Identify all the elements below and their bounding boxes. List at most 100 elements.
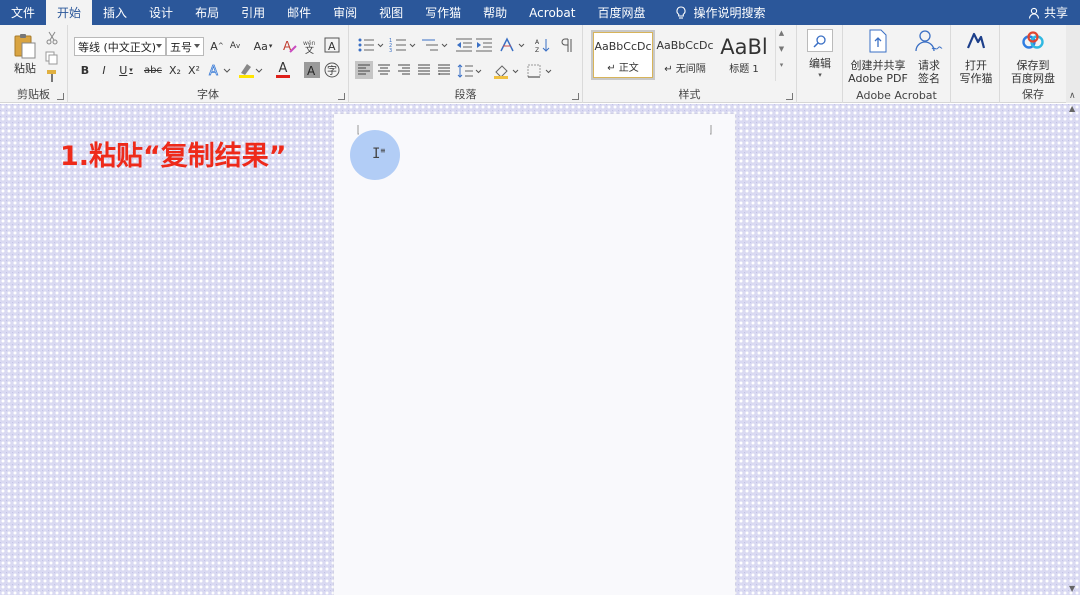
italic-button[interactable]: I [95,61,113,79]
line-spacing-icon[interactable] [457,63,483,79]
format-painter-icon[interactable] [45,69,59,83]
clipboard-launcher[interactable] [57,93,64,100]
styles-scroll-up[interactable]: ▲ [776,29,787,37]
font-launcher[interactable] [338,93,345,100]
increase-indent-icon[interactable] [475,37,493,53]
style-no-spacing-name-text: 无间隔 [675,64,706,75]
tab-view[interactable]: 视图 [368,0,414,25]
clear-formatting-icon[interactable]: A [282,38,298,54]
style-heading-1[interactable]: AaBl 标题 1 [715,30,773,80]
styles-gallery-scroll[interactable]: ▲ ▼ ▾ [775,29,787,81]
character-border-icon[interactable]: A [324,37,340,53]
create-share-line1: 创建并共享 [850,59,906,72]
tell-me-label: 操作说明搜索 [693,6,766,20]
tab-baidu-pan[interactable]: 百度网盘 [586,0,656,25]
numbering-icon[interactable]: 123 [389,37,417,53]
style-no-spacing[interactable]: AaBbCcDc ↵ 无间隔 [653,30,717,80]
font-size-combo[interactable]: 五号 [166,37,204,56]
baidu-pan-cloud-icon [1022,31,1044,49]
sort-icon[interactable]: AZ [535,37,551,53]
scroll-up-arrow[interactable]: ▲ [1069,104,1075,113]
subscript-button[interactable]: X₂ [166,61,184,79]
style-heading-1-name: 标题 1 [729,64,759,75]
request-signature-button[interactable]: 请求 签名 [911,29,947,87]
magnifier-icon [813,34,826,48]
tab-home[interactable]: 开始 [46,0,93,25]
grow-font-button[interactable]: A ^ [208,37,226,55]
create-share-pdf-button[interactable]: 创建并共享 Adobe PDF [847,29,909,87]
align-left-button[interactable] [355,61,373,79]
svg-text:3: 3 [389,48,392,53]
margin-corner-top-left [357,125,359,135]
bullets-icon[interactable] [357,37,385,53]
tab-layout[interactable]: 布局 [184,0,230,25]
paragraph-launcher[interactable] [572,93,579,100]
request-sign-line2: 签名 [918,72,940,85]
subscript-label: X₂ [169,63,181,77]
editing-label: 编辑 [809,57,831,70]
align-center-icon[interactable] [377,64,391,76]
tab-file[interactable]: 文件 [0,0,46,25]
share-button[interactable]: 共享 [1028,0,1068,25]
group-paragraph: 123 AZ 段落 [349,25,583,103]
strikethrough-button[interactable]: abc [142,61,164,79]
tab-mailings[interactable]: 邮件 [276,0,322,25]
vertical-scrollbar[interactable]: ▲ ▼ [1066,104,1080,595]
save-to-baidu-pan-button[interactable]: 保存到 百度网盘 [1004,29,1062,87]
svg-text:文: 文 [305,44,314,54]
request-signature-icon [915,30,943,52]
tab-writer-cat[interactable]: 写作猫 [414,0,472,25]
enclose-characters-icon[interactable]: 字 [324,62,340,78]
open-writer-cat-button[interactable]: 打开 写作猫 [955,29,997,87]
tab-acrobat[interactable]: Acrobat [518,0,586,25]
justify-icon[interactable] [417,64,431,76]
tab-review[interactable]: 审阅 [322,0,368,25]
underline-button[interactable]: U ▾ [114,61,138,79]
superscript-button[interactable]: X² [185,61,203,79]
style-normal[interactable]: AaBbCcDc ↵ 正文 [591,30,655,80]
tell-me-search[interactable]: 操作说明搜索 [664,0,776,25]
styles-launcher[interactable] [786,93,793,100]
copy-icon[interactable] [45,51,59,65]
show-marks-icon[interactable] [559,37,575,53]
borders-icon[interactable] [527,63,555,79]
cut-icon[interactable] [45,31,59,45]
font-color-button[interactable]: A [270,61,296,79]
scroll-down-arrow[interactable]: ▼ [1069,584,1075,593]
writer-cat-logo-icon [966,32,986,49]
align-right-icon[interactable] [397,64,411,76]
save-group-label: 保存 [1022,88,1044,101]
highlight-color-icon[interactable] [238,62,264,78]
collapse-ribbon-icon[interactable]: ∧ [1069,91,1076,101]
editing-button[interactable]: 编辑 ▾ [805,29,835,79]
text-cursor-icon: I≡ [372,146,386,162]
paste-button[interactable]: 粘贴 [8,31,42,77]
shading-icon[interactable] [493,63,521,79]
phonetic-guide-icon[interactable]: wén文 [302,38,320,54]
chinese-layout-icon[interactable] [499,37,527,53]
styles-scroll-down[interactable]: ▼ [776,45,787,53]
character-shading-icon[interactable]: A [304,62,320,78]
distributed-icon[interactable] [437,64,451,76]
paste-icon [14,34,36,59]
font-group-label: 字体 [197,88,219,101]
styles-more[interactable]: ▾ [776,61,787,69]
font-name-combo[interactable]: 等线 (中文正文) [74,37,166,56]
tab-design[interactable]: 设计 [138,0,184,25]
style-heading-1-sample: AaBl [720,35,768,59]
strikethrough-label: abc [144,64,162,76]
multilevel-list-icon[interactable] [421,37,449,53]
tab-references[interactable]: 引用 [230,0,276,25]
text-effects-icon[interactable]: A [208,62,232,78]
document-page[interactable] [334,114,735,595]
tab-help[interactable]: 帮助 [472,0,518,25]
svg-text:A: A [307,64,316,78]
editing-icon-box [807,29,833,52]
superscript-label: X² [188,63,200,77]
change-case-button[interactable]: Aa ▾ [250,37,276,55]
decrease-indent-icon[interactable] [455,37,473,53]
tab-insert[interactable]: 插入 [92,0,138,25]
shrink-font-button[interactable]: Av [226,37,244,55]
svg-text:A: A [209,64,218,78]
bold-button[interactable]: B [76,61,94,79]
